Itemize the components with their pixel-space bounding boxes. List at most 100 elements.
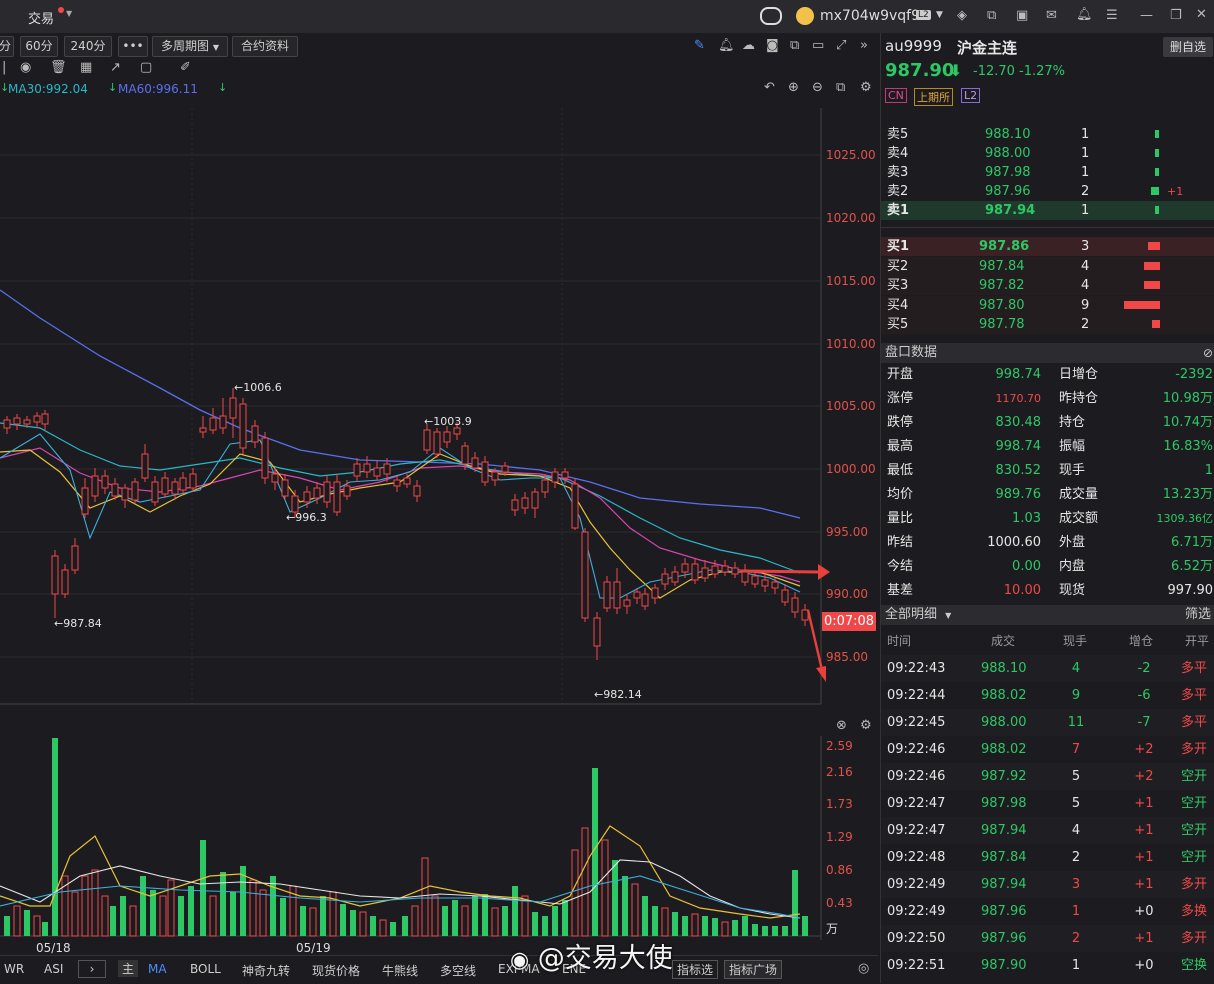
ask-row[interactable]: 卖3 987.98 1: [881, 163, 1214, 182]
market-data-value: 830.48: [995, 415, 1042, 430]
trade-row[interactable]: 09:22:50 987.96 2 +1 多开: [881, 925, 1214, 952]
video-icon[interactable]: ▣: [1016, 8, 1028, 24]
location-icon[interactable]: ◎: [858, 961, 869, 977]
settings-icon[interactable]: ⚙: [860, 718, 872, 734]
bid-row[interactable]: 买4 987.80 9: [881, 295, 1214, 315]
trade-row[interactable]: 09:22:51 987.90 1 +0 空换: [881, 952, 1214, 979]
tab-main[interactable]: 主: [118, 960, 139, 977]
more-periods-button[interactable]: •••: [118, 36, 148, 57]
trade-oi-change: +1: [1134, 877, 1154, 892]
tab-long-short[interactable]: 多空线: [440, 962, 476, 979]
bid-volume: 3: [1081, 239, 1090, 254]
bid-row[interactable]: 买2 987.84 4: [881, 256, 1214, 276]
period-60m-button[interactable]: 60分: [20, 36, 58, 57]
settings-icon[interactable]: ⊘: [1203, 343, 1213, 363]
tab-indicator-select[interactable]: 指标选: [672, 960, 719, 979]
col-open-close: 开平: [1185, 634, 1210, 648]
bid-row[interactable]: 买3 987.82 4: [881, 276, 1214, 295]
trade-row[interactable]: 09:22:43 988.10 4 -2 多平: [881, 655, 1214, 682]
period-minute-button[interactable]: 分: [0, 36, 14, 57]
close-icon[interactable]: ⊗: [836, 718, 847, 734]
zoom-out-icon[interactable]: ⊖: [812, 80, 823, 96]
menu-icon[interactable]: ☰: [1106, 8, 1118, 24]
username[interactable]: mx704w9vqf9: [820, 8, 920, 24]
copy-icon[interactable]: ⧉: [790, 38, 799, 54]
grid-icon[interactable]: ▦: [80, 60, 92, 76]
price-chart[interactable]: ←1006.6 ←1003.9 ←996.3 ←987.84 ←982.14: [0, 98, 880, 708]
tab-spot-price[interactable]: 现货价格: [312, 962, 360, 979]
export-icon[interactable]: ⧉: [836, 80, 845, 96]
trades-title[interactable]: 全部明细: [885, 607, 937, 622]
tab-boll[interactable]: BOLL: [190, 962, 221, 976]
minimize-icon[interactable]: —: [1140, 8, 1153, 24]
trade-row[interactable]: 09:22:44 988.02 9 -6 多平: [881, 682, 1214, 709]
trash-icon[interactable]: 🗑︎: [50, 60, 67, 76]
bid-depth-bar: [1144, 261, 1160, 270]
trade-row[interactable]: 09:22:46 988.02 7 +2 多开: [881, 736, 1214, 763]
chevron-down-icon[interactable]: ▼: [945, 611, 951, 620]
restore-icon[interactable]: ❐: [1170, 8, 1182, 24]
mail-icon[interactable]: ✉: [1046, 8, 1057, 24]
settings-icon[interactable]: ⚙: [860, 80, 872, 96]
tab-wr[interactable]: WR: [4, 962, 24, 976]
tab-magic-nine[interactable]: 神奇九转: [242, 962, 290, 979]
trade-menu[interactable]: 交易: [28, 8, 54, 27]
volume-chart[interactable]: [0, 736, 822, 940]
period-240m-button[interactable]: 240分: [64, 36, 112, 57]
market-data-value-2: 6.52万: [1171, 559, 1213, 574]
ask-row[interactable]: 卖2 987.96 2 +1: [881, 182, 1214, 201]
ask-row[interactable]: 卖5 988.10 1: [881, 125, 1214, 144]
market-data-value: 830.52: [995, 463, 1042, 478]
zoom-in-icon[interactable]: ⊕: [788, 80, 799, 96]
collapse-panel-icon[interactable]: »: [860, 38, 868, 54]
bid-label: 买4: [887, 297, 909, 313]
candle-body: [161, 477, 169, 495]
bid-volume: 4: [1081, 278, 1090, 293]
window-icon[interactable]: ⧉: [987, 8, 996, 24]
bid-row[interactable]: 买1 987.86 3: [881, 237, 1214, 256]
trade-row[interactable]: 09:22:48 987.84 2 +1 空开: [881, 844, 1214, 871]
remove-favorite-button[interactable]: 删自选: [1163, 37, 1213, 57]
fullscreen-icon[interactable]: ⤢: [836, 38, 846, 54]
ask-row[interactable]: 卖4 988.00 1: [881, 144, 1214, 163]
tab-ma[interactable]: MA: [148, 962, 167, 976]
cloud-icon[interactable]: ☁: [742, 38, 755, 54]
chevron-down-icon[interactable]: ▼: [936, 10, 943, 20]
trade-row[interactable]: 09:22:46 987.92 5 +2 空开: [881, 763, 1214, 790]
pencil-icon[interactable]: ✎: [694, 38, 705, 54]
volume-bar: [581, 827, 589, 937]
bell-icon[interactable]: 🔔︎: [1076, 7, 1093, 23]
comment-icon[interactable]: ▢: [140, 60, 152, 76]
tab-asi[interactable]: ASI: [44, 962, 63, 976]
trade-row[interactable]: 09:22:45 988.00 11 -7 多平: [881, 709, 1214, 736]
close-icon[interactable]: ✕: [1196, 7, 1207, 23]
watermark: ◉ @交易大使: [510, 936, 673, 975]
robot-icon[interactable]: [760, 7, 782, 25]
monitor-icon[interactable]: ▭: [812, 38, 824, 54]
filter-button[interactable]: 筛选: [1185, 605, 1211, 625]
chevron-down-icon[interactable]: ▼: [66, 9, 72, 18]
trade-row[interactable]: 09:22:49 987.94 3 +1 多开: [881, 871, 1214, 898]
avatar[interactable]: [796, 7, 814, 25]
undo-icon[interactable]: ↶: [764, 80, 775, 96]
contract-info-button[interactable]: 合约资料: [232, 36, 298, 57]
multi-period-button[interactable]: 多周期图 ▼: [152, 36, 228, 57]
volume-bar: [259, 889, 267, 937]
ruler-icon[interactable]: ✐: [180, 60, 191, 76]
tab-indicator-plaza[interactable]: 指标广场: [724, 960, 783, 979]
eye-icon[interactable]: ◉: [20, 60, 31, 76]
trade-volume: 11: [1067, 715, 1085, 730]
trade-row[interactable]: 09:22:49 987.96 1 +0 多换: [881, 898, 1214, 925]
tab-bull-bear[interactable]: 牛熊线: [382, 962, 418, 979]
camera-icon[interactable]: ◙: [766, 38, 779, 54]
bid-row[interactable]: 买5 987.78 2: [881, 315, 1214, 334]
external-link-icon[interactable]: ↗: [110, 60, 121, 76]
alarm-icon[interactable]: 🔔︎: [718, 38, 735, 54]
ask-price: 987.94: [985, 203, 1036, 218]
layers-icon[interactable]: ◈: [957, 8, 967, 24]
volume-bar: [562, 900, 568, 936]
ask-row[interactable]: 卖1 987.94 1: [881, 201, 1214, 220]
chevron-right-icon[interactable]: ›: [78, 960, 106, 978]
trade-row[interactable]: 09:22:47 987.94 4 +1 空开: [881, 817, 1214, 844]
trade-row[interactable]: 09:22:47 987.98 5 +1 空开: [881, 790, 1214, 817]
